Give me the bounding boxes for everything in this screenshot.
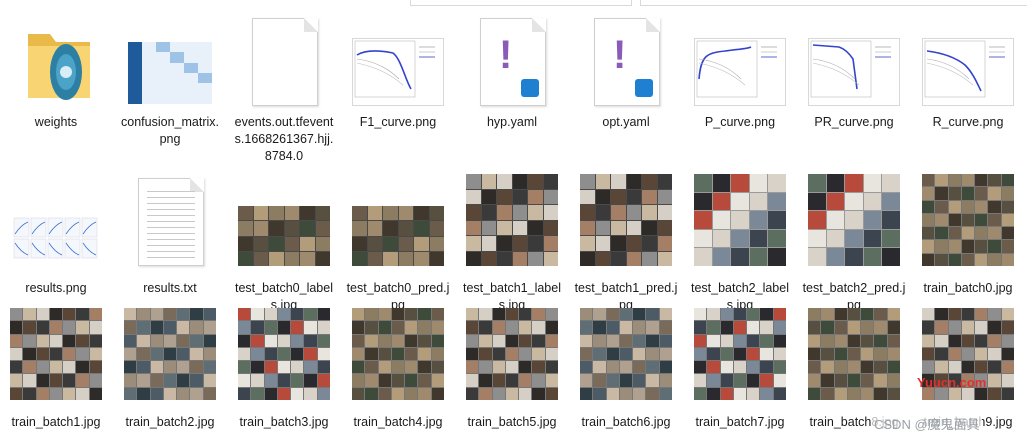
batch-image-thumbnail: [686, 172, 794, 276]
file-item[interactable]: results.png: [2, 172, 110, 297]
file-item[interactable]: test_batch1_labels.jpg: [458, 172, 566, 314]
file-item[interactable]: train_batch4.jpg: [344, 306, 452, 431]
batch-image-thumbnail: [458, 172, 566, 276]
file-item[interactable]: confusion_matrix.png: [116, 12, 224, 148]
file-item[interactable]: test_batch1_pred.jpg: [572, 172, 680, 314]
address-bar-edge[interactable]: [410, 0, 632, 6]
batch-image-thumbnail: [686, 306, 794, 410]
file-item[interactable]: train_batch8.jpg: [800, 306, 908, 431]
file-item[interactable]: R_curve.png: [914, 12, 1022, 131]
file-item[interactable]: train_batch5.jpg: [458, 306, 566, 431]
top-toolbar-edge: [0, 0, 1027, 6]
text-file-icon: [134, 172, 206, 276]
file-item[interactable]: events.out.tfevents.1668261367.hjj.8784.…: [230, 12, 338, 165]
curve-thumbnail: [352, 12, 444, 110]
file-item[interactable]: train_batch1.jpg: [2, 306, 110, 431]
file-item[interactable]: train_batch3.jpg: [230, 306, 338, 431]
batch-image-thumbnail: [230, 172, 338, 276]
watermark-site: Yuucn.com: [917, 375, 987, 390]
yaml-file-icon: !: [590, 12, 662, 110]
vscode-icon: [521, 79, 539, 97]
file-name-label: confusion_matrix.png: [121, 115, 219, 146]
file-name-label: weights: [34, 115, 78, 129]
file-item[interactable]: train_batch7.jpg: [686, 306, 794, 431]
curve-thumbnail: [694, 12, 786, 110]
file-name-label: train_batch5.jpg: [467, 415, 557, 429]
file-item[interactable]: ! hyp.yaml: [458, 12, 566, 131]
search-box-edge[interactable]: [640, 0, 1027, 6]
curve-thumbnail: [808, 12, 900, 110]
file-name-label: train_batch6.jpg: [581, 415, 671, 429]
file-item[interactable]: test_batch2_pred.jpg: [800, 172, 908, 314]
results-chart-thumbnail: [8, 172, 104, 276]
batch-image-thumbnail: [572, 306, 680, 410]
file-name-label: train_batch1.jpg: [11, 415, 101, 429]
file-item[interactable]: test_batch0_pred.jpg: [344, 172, 452, 314]
batch-image-thumbnail: [458, 306, 566, 410]
batch-image-thumbnail: [116, 306, 224, 410]
file-item[interactable]: results.txt: [116, 172, 224, 297]
file-item[interactable]: test_batch2_labels.jpg: [686, 172, 794, 314]
confusion-matrix-thumbnail: [122, 12, 218, 110]
file-item[interactable]: train_batch2.jpg: [116, 306, 224, 431]
file-item[interactable]: test_batch0_labels.jpg: [230, 172, 338, 314]
vscode-icon: [635, 79, 653, 97]
batch-image-thumbnail: [914, 306, 1022, 410]
file-item[interactable]: P_curve.png: [686, 12, 794, 131]
watermark-credit: CSDN @魔鬼面具: [872, 414, 982, 433]
file-name-label: results.txt: [143, 281, 197, 295]
yaml-file-icon: !: [476, 12, 548, 110]
batch-image-thumbnail: [230, 306, 338, 410]
file-name-label: results.png: [25, 281, 87, 295]
file-name-label: P_curve.png: [704, 115, 776, 129]
folder-icon: [16, 12, 96, 110]
batch-image-thumbnail: [344, 306, 452, 410]
file-item[interactable]: ! opt.yaml: [572, 12, 680, 131]
file-name-label: opt.yaml: [602, 115, 650, 129]
file-name-label: train_batch2.jpg: [125, 415, 215, 429]
file-item[interactable]: train_batch0.jpg: [914, 172, 1022, 297]
batch-image-thumbnail: [914, 172, 1022, 276]
file-item[interactable]: train_batch9.jpg: [914, 306, 1022, 431]
file-item[interactable]: PR_curve.png: [800, 12, 908, 131]
file-name-label: hyp.yaml: [486, 115, 538, 129]
file-name-label: R_curve.png: [932, 115, 1004, 129]
batch-image-thumbnail: [344, 172, 452, 276]
file-name-label: train_batch3.jpg: [239, 415, 329, 429]
file-name-label: train_batch4.jpg: [353, 415, 443, 429]
file-item[interactable]: weights: [2, 12, 110, 131]
batch-image-thumbnail: [2, 306, 110, 410]
curve-thumbnail: [922, 12, 1014, 110]
blank-file-icon: [248, 12, 320, 110]
file-item[interactable]: train_batch6.jpg: [572, 306, 680, 431]
batch-image-thumbnail: [800, 172, 908, 276]
file-item[interactable]: F1_curve.png: [344, 12, 452, 131]
file-name-label: F1_curve.png: [359, 115, 437, 129]
file-name-label: train_batch0.jpg: [923, 281, 1013, 295]
file-name-label: train_batch7.jpg: [695, 415, 785, 429]
batch-image-thumbnail: [572, 172, 680, 276]
batch-image-thumbnail: [800, 306, 908, 410]
file-name-label: events.out.tfevents.1668261367.hjj.8784.…: [234, 115, 334, 163]
file-name-label: PR_curve.png: [814, 115, 894, 129]
